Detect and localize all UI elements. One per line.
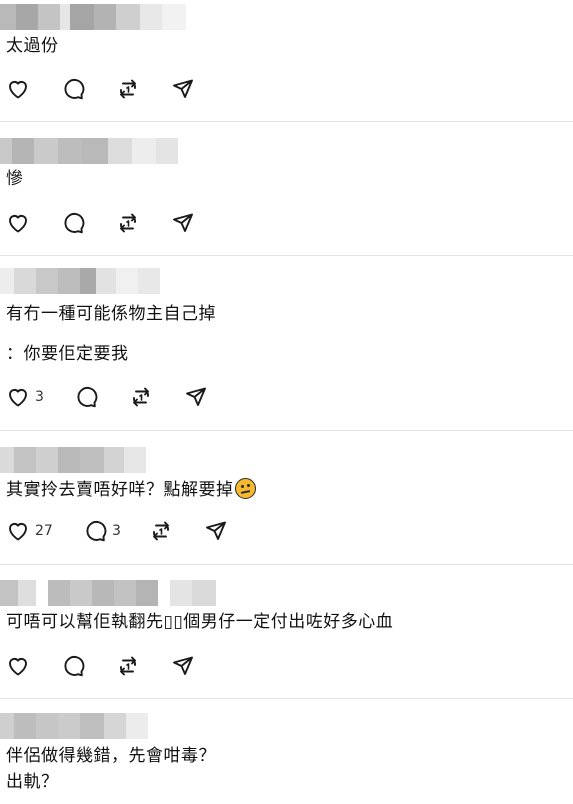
post-3: 有冇一種可能係物主自己掉 ：你要佢定要我 3 xyxy=(0,256,573,430)
repost-icon xyxy=(120,213,136,233)
repost-icon xyxy=(120,79,136,99)
post-text: 其實拎去賣唔好咩？點解要掉 xyxy=(6,478,256,501)
reply-count: 3 xyxy=(112,523,121,539)
comment-bubble-icon xyxy=(86,521,107,542)
comment-bubble-icon xyxy=(64,79,85,100)
post-actions xyxy=(6,76,195,102)
post-actions xyxy=(6,210,195,236)
like-count: 27 xyxy=(35,523,53,539)
heart-icon xyxy=(9,523,27,541)
repost-icon xyxy=(153,521,169,541)
heart-icon xyxy=(9,81,27,99)
post-text: 慘 xyxy=(6,169,24,189)
thinking-face-icon xyxy=(234,478,256,499)
send-icon xyxy=(173,656,193,675)
share-button[interactable] xyxy=(184,384,208,410)
post-text: 太過份 xyxy=(6,36,59,56)
repost-button[interactable] xyxy=(116,210,171,236)
post-text-body: 其實拎去賣唔好咩？點解要掉 xyxy=(6,480,234,500)
like-button[interactable] xyxy=(6,76,61,102)
repost-icon xyxy=(120,656,136,676)
post-text-line-2: ：你要佢定要我 xyxy=(6,344,129,364)
share-button[interactable] xyxy=(171,653,195,679)
reply-button[interactable] xyxy=(61,210,116,236)
like-button[interactable]: 3 xyxy=(6,384,74,410)
heart-icon xyxy=(9,658,27,676)
send-icon xyxy=(186,387,206,406)
post-actions: 27 3 xyxy=(6,518,228,544)
repost-button[interactable] xyxy=(116,76,171,102)
author-name-blurred[interactable] xyxy=(0,447,146,473)
heart-icon xyxy=(9,389,27,407)
reply-button[interactable] xyxy=(74,384,129,410)
like-button[interactable] xyxy=(6,653,61,679)
share-button[interactable] xyxy=(171,76,195,102)
post-1: 太過份 xyxy=(0,0,573,121)
reply-button[interactable] xyxy=(61,653,116,679)
post-5: 可唔可以幫佢執翻先▯▯個男仔一定付出咗好多心血 xyxy=(0,565,573,698)
heart-icon xyxy=(9,215,27,233)
post-text-line-1: 有冇一種可能係物主自己掉 xyxy=(6,304,216,324)
post-actions xyxy=(6,653,195,679)
repost-button[interactable] xyxy=(149,518,204,544)
reply-button[interactable]: 3 xyxy=(83,518,149,544)
post-text-line-1: 伴侶做得幾錯，先會咁毒？ xyxy=(6,746,216,766)
comment-bubble-icon xyxy=(64,656,85,677)
post-text: 可唔可以幫佢執翻先▯▯個男仔一定付出咗好多心血 xyxy=(6,612,394,632)
post-text-line-2: 出軌？ xyxy=(6,772,59,792)
post-6: 伴侶做得幾錯，先會咁毒？ 出軌？ xyxy=(0,699,573,804)
post-4: 其實拎去賣唔好咩？點解要掉 27 3 xyxy=(0,431,573,564)
reply-button[interactable] xyxy=(61,76,116,102)
author-name-blurred[interactable] xyxy=(0,268,160,294)
comment-bubble-icon xyxy=(64,213,85,234)
author-name-blurred[interactable] xyxy=(0,138,178,164)
share-button[interactable] xyxy=(204,518,228,544)
author-name-blurred[interactable] xyxy=(0,713,148,739)
post-actions: 3 xyxy=(6,384,208,410)
send-icon xyxy=(173,79,193,98)
send-icon xyxy=(206,521,226,540)
share-button[interactable] xyxy=(171,210,195,236)
repost-icon xyxy=(133,387,149,407)
post-2: 慘 xyxy=(0,122,573,255)
repost-button[interactable] xyxy=(129,384,184,410)
repost-button[interactable] xyxy=(116,653,171,679)
like-button[interactable] xyxy=(6,210,61,236)
like-count: 3 xyxy=(35,389,44,405)
send-icon xyxy=(173,213,193,232)
author-name-blurred[interactable] xyxy=(0,580,216,606)
like-button[interactable]: 27 xyxy=(6,518,83,544)
comment-bubble-icon xyxy=(77,387,98,408)
author-name-blurred[interactable] xyxy=(0,4,186,30)
